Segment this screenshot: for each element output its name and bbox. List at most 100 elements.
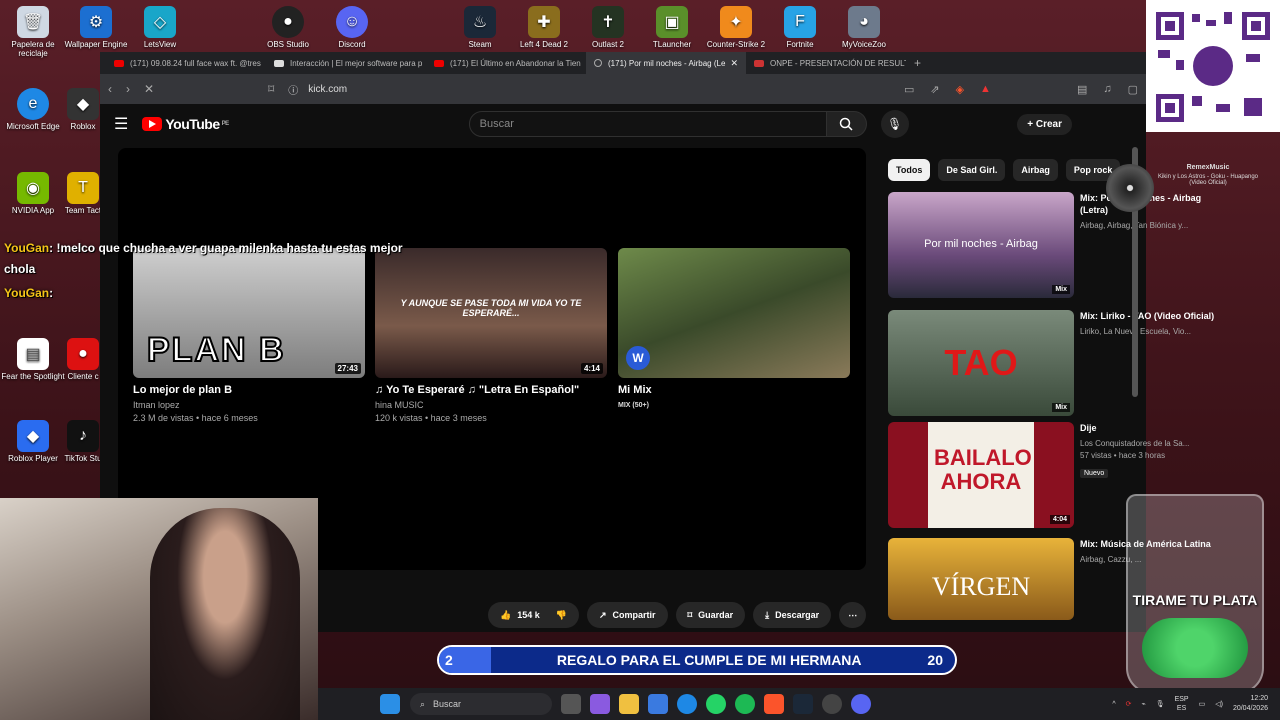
vinyl-icon: [1106, 164, 1154, 212]
interaccion-icon: [274, 59, 284, 67]
desktop-icon-myvoicezoo[interactable]: ◕ MyVoiceZoo: [831, 6, 897, 49]
endcard-yo-te-esperare[interactable]: Y AUNQUE SE PASE TODA MI VIDA YO TE ESPE…: [375, 248, 607, 425]
new-tab-button[interactable]: +: [906, 56, 929, 70]
url-field[interactable]: kick.com: [308, 84, 347, 95]
steam-icon: ♨: [464, 6, 496, 38]
desktop-icon-obs[interactable]: ● OBS Studio: [255, 6, 321, 49]
related-video[interactable]: Por mil noches - Airbag Mix Mix: Por mil…: [888, 192, 1218, 298]
forward-icon[interactable]: ›: [126, 82, 130, 96]
address-bar: ‹ › ✕ ⌑ ⓘ kick.com ▭ ⇗ ◈ ▲ ▤ ♫ ▢: [100, 74, 1146, 104]
media-icon[interactable]: ♫: [1103, 83, 1111, 96]
language-indicator[interactable]: ESP ES: [1175, 695, 1189, 713]
desktop-icon-left4dead2[interactable]: ✚ Left 4 Dead 2: [511, 6, 577, 49]
menu-icon[interactable]: ☰: [114, 114, 128, 134]
obs-icon[interactable]: [822, 694, 842, 714]
thumb-text: PLAN B: [146, 330, 286, 370]
like-button[interactable]: 👍 154 k 👎: [488, 602, 579, 628]
sync-icon[interactable]: ⟳: [1126, 700, 1132, 708]
desktop-icon-recycle-bin[interactable]: 🗑 Papelera de reciclaje: [0, 6, 66, 58]
rewards-icon[interactable]: ▲: [980, 83, 991, 96]
windows-start-icon[interactable]: [380, 694, 400, 714]
chevron-up-icon[interactable]: ^: [1112, 701, 1115, 708]
desktop-icon-outlast2[interactable]: ✝ Outlast 2: [575, 6, 641, 49]
related-video[interactable]: TAO Mix Mix: Liriko - TAO (Video Oficial…: [888, 310, 1218, 416]
taskbar: ⌕ Buscar ^ ⟳ ⌁ 🎙 ESP ES ▭ ◁) 12:20 20/04/20…: [318, 688, 1280, 720]
desktop-icon-discord[interactable]: ☺ Discord: [319, 6, 385, 49]
back-icon[interactable]: ‹: [108, 82, 112, 96]
desktop-icon-wallpaper-engine[interactable]: ⚙ Wallpaper Engine: [63, 6, 129, 49]
chat-username: YouGan: [4, 241, 50, 255]
sidebar-icon[interactable]: ▤: [1077, 83, 1087, 96]
spotify-icon[interactable]: [735, 694, 755, 714]
goal-target: 20: [927, 652, 943, 668]
brave-icon[interactable]: [764, 694, 784, 714]
desktop-icon-steam[interactable]: ♨ Steam: [447, 6, 513, 49]
desktop-icon-nvidia[interactable]: ◉ NVIDIA App: [0, 172, 66, 215]
tab-label: (171) 09.08.24 full face wax ft. @tres: [130, 58, 261, 68]
thumb-text: BAILALO AHORA: [934, 445, 1032, 494]
outlast2-icon: ✝: [592, 6, 624, 38]
search-button[interactable]: [826, 111, 867, 137]
file-explorer-icon[interactable]: [619, 694, 639, 714]
bookmark-icon[interactable]: ⌑: [268, 82, 274, 96]
search-input[interactable]: Buscar: [468, 111, 827, 137]
download-button[interactable]: ⤓ Descargar: [753, 602, 832, 628]
download-label: Descargar: [775, 610, 820, 620]
related-thumbnail: TAO Mix: [888, 310, 1074, 416]
share-button[interactable]: ↗ Compartir: [586, 602, 668, 628]
taskbar-search[interactable]: ⌕ Buscar: [410, 693, 552, 715]
desktop-icon-counter-strike[interactable]: ✦ Counter-Strike 2: [703, 6, 769, 49]
task-view-icon[interactable]: [561, 694, 581, 714]
region-code: PE: [221, 121, 230, 127]
more-icon: ⋯: [848, 609, 858, 620]
youtube-play-icon: [142, 117, 163, 131]
tab-full-face-wax[interactable]: (171) 09.08.24 full face wax ft. @tres: [106, 52, 266, 74]
desktop-icon-fear-spotlight[interactable]: ▤ Fear the Spotlight: [0, 338, 66, 381]
endcard-mi-mix[interactable]: W Mi Mix MIX (50+): [618, 248, 850, 412]
desktop-icon-fortnite[interactable]: F Fortnite: [767, 6, 833, 49]
tab-ultimo-abandonar[interactable]: (171) El Último en Abandonar la Tien: [426, 52, 586, 74]
network-icon[interactable]: ⌁: [1141, 700, 1145, 708]
desktop-icon-roblox-player[interactable]: ◆ Roblox Player: [0, 420, 66, 463]
donation-goal-bar: 2 REGALO PARA EL CUMPLE DE MI HERMANA 20: [437, 645, 957, 675]
endcard-plan-b[interactable]: PLAN B 27:43 Lo mejor de plan B Itman lo…: [133, 248, 365, 425]
related-info: Mix: Por mil noches - Airbag (Letra)Airb…: [1080, 192, 1218, 298]
save-button[interactable]: ⌑ Guardar: [675, 602, 746, 628]
search-icon: ⌕: [420, 698, 426, 709]
desktop-icon-tlauncher[interactable]: ▣ TLauncher: [639, 6, 705, 49]
chip-airbag[interactable]: Airbag: [1013, 159, 1058, 181]
discord-icon[interactable]: [851, 694, 871, 714]
mic-button[interactable]: 🎙: [880, 110, 909, 138]
tab-interaccion[interactable]: Interacción | El mejor software para p: [266, 52, 426, 74]
chat-text: :: [49, 286, 54, 300]
chip-todos[interactable]: Todos: [888, 159, 931, 181]
chip-sad-girl[interactable]: De Sad Girl.: [938, 159, 1006, 181]
clock[interactable]: 12:20 20/04/2026: [1233, 694, 1268, 714]
thumbs-down-icon[interactable]: 👎: [556, 610, 567, 621]
tab-onpe[interactable]: ONPE - PRESENTACIÓN DE RESULTAI: [746, 52, 906, 74]
desktop-icon-edge[interactable]: e Microsoft Edge: [0, 88, 66, 131]
more-button[interactable]: ⋯: [839, 602, 867, 628]
brave-shield-icon[interactable]: ◈: [956, 83, 964, 96]
share-icon[interactable]: ⇗: [930, 83, 939, 96]
edge-icon[interactable]: [677, 694, 697, 714]
tab-por-mil-noches[interactable]: (171) Por mil noches - Airbag (Le ✕: [586, 52, 746, 74]
create-button[interactable]: + Crear: [1017, 113, 1072, 135]
desktop-icon-letsview[interactable]: ◇ LetsView: [127, 6, 193, 49]
whatsapp-icon[interactable]: [706, 694, 726, 714]
wifi-icon[interactable]: ▭: [1199, 700, 1206, 708]
volume-icon[interactable]: ◁): [1215, 700, 1223, 708]
recycle-bin-icon: 🗑: [17, 6, 49, 38]
close-tab-icon[interactable]: ✕: [730, 58, 738, 69]
steam-icon[interactable]: [793, 694, 813, 714]
cast-icon[interactable]: ▭: [904, 83, 914, 96]
microphone-icon[interactable]: 🎙: [1156, 700, 1165, 708]
left4dead2-icon: ✚: [528, 6, 560, 38]
youtube-logo[interactable]: YouTube PE: [142, 116, 230, 132]
copilot-icon[interactable]: [590, 694, 610, 714]
endcard-channel: Itman lopez: [133, 400, 180, 410]
window-icon[interactable]: ▢: [1128, 83, 1138, 96]
site-info-icon[interactable]: ⓘ: [288, 82, 298, 97]
stop-icon[interactable]: ✕: [144, 82, 154, 96]
store-icon[interactable]: [648, 694, 668, 714]
